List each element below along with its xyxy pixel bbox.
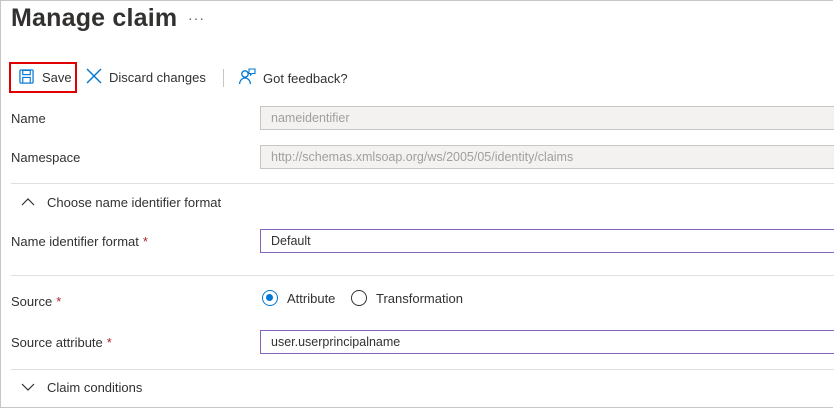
source-label: Source * xyxy=(11,294,61,309)
chevron-down-icon xyxy=(21,380,35,395)
radio-label: Transformation xyxy=(376,290,463,306)
name-identifier-format-label: Name identifier format * xyxy=(11,234,148,249)
required-indicator: * xyxy=(142,234,148,249)
radio-unchecked-icon xyxy=(351,290,367,306)
name-field: nameidentifier xyxy=(260,106,834,130)
source-radio-transformation[interactable]: Transformation xyxy=(351,290,463,306)
close-icon xyxy=(86,68,102,87)
claim-conditions-section-toggle[interactable]: Claim conditions xyxy=(21,380,142,395)
feedback-icon xyxy=(238,68,256,88)
save-button[interactable]: Save xyxy=(9,62,77,93)
divider xyxy=(11,183,834,184)
source-attribute-label: Source attribute * xyxy=(11,335,112,350)
name-identifier-format-dropdown[interactable]: Default xyxy=(260,229,834,253)
source-radio-attribute[interactable]: Attribute xyxy=(262,290,335,306)
discard-changes-label: Discard changes xyxy=(109,70,206,85)
divider xyxy=(11,275,834,276)
more-options-icon[interactable]: ··· xyxy=(188,10,205,26)
feedback-button[interactable]: Got feedback? xyxy=(238,68,348,88)
name-identifier-format-label-text: Name identifier format xyxy=(11,234,139,249)
required-indicator: * xyxy=(106,335,112,350)
feedback-label: Got feedback? xyxy=(263,70,348,86)
divider xyxy=(11,369,834,370)
chevron-up-icon xyxy=(21,195,35,210)
namespace-field: http://schemas.xmlsoap.org/ws/2005/05/id… xyxy=(260,145,834,169)
name-value: nameidentifier xyxy=(271,111,350,125)
source-attribute-value: user.userprincipalname xyxy=(271,335,401,349)
namespace-value: http://schemas.xmlsoap.org/ws/2005/05/id… xyxy=(271,150,574,164)
source-attribute-dropdown[interactable]: user.userprincipalname xyxy=(260,330,834,354)
discard-changes-button[interactable]: Discard changes xyxy=(86,68,206,87)
required-indicator: * xyxy=(56,294,62,309)
namespace-label: Namespace xyxy=(11,150,81,165)
section-title: Choose name identifier format xyxy=(47,195,222,210)
page-title: Manage claim xyxy=(11,4,178,32)
name-label: Name xyxy=(11,111,46,126)
radio-label: Attribute xyxy=(287,290,336,306)
source-attribute-label-text: Source attribute xyxy=(11,335,103,350)
source-label-text: Source xyxy=(11,294,53,309)
toolbar-divider xyxy=(223,69,224,87)
section-title: Claim conditions xyxy=(47,380,143,395)
radio-checked-icon xyxy=(262,290,278,306)
save-label: Save xyxy=(42,70,72,85)
save-icon xyxy=(19,68,34,87)
name-identifier-format-section-toggle[interactable]: Choose name identifier format xyxy=(21,195,221,210)
name-identifier-format-value: Default xyxy=(271,234,311,248)
